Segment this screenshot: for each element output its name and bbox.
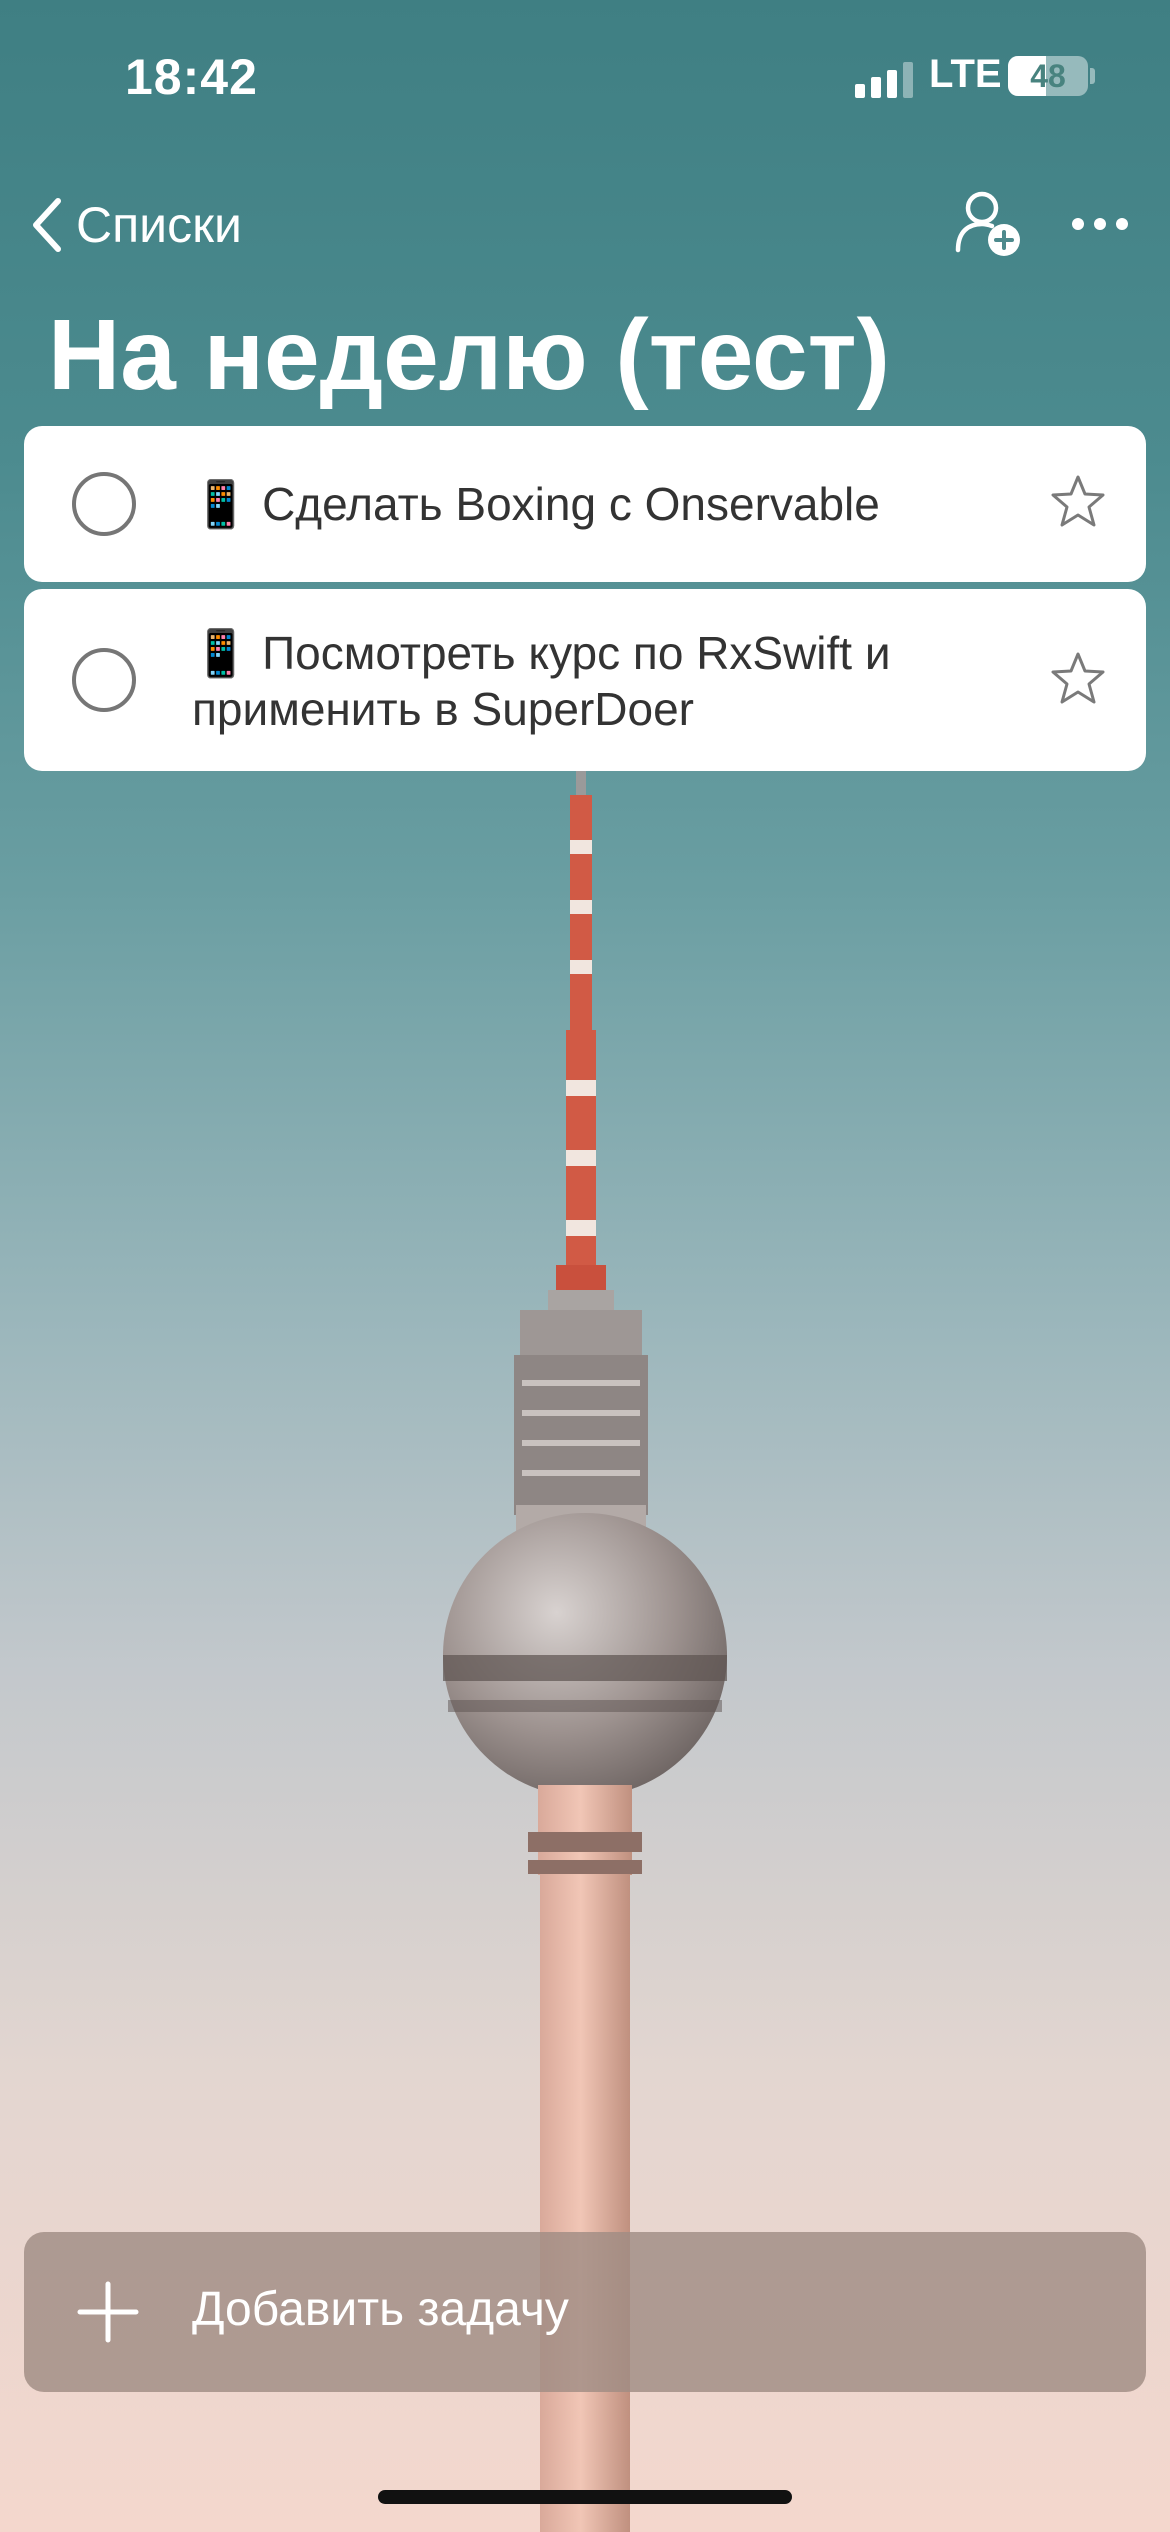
task-text: Сделать Boxing с Onservable	[262, 478, 880, 530]
chevron-left-icon	[33, 198, 61, 252]
page-title: На неделю (тест)	[48, 299, 890, 411]
status-bar: 18:42 LTE 48	[0, 0, 1170, 140]
battery-cap	[1090, 68, 1095, 84]
home-indicator[interactable]	[378, 2490, 792, 2504]
task-row[interactable]: 📱 Посмотреть курс по RxSwift и применить…	[24, 589, 1146, 771]
back-button[interactable]: Списки	[28, 186, 242, 264]
phone-emoji-icon: 📱	[192, 627, 250, 679]
task-title: 📱 Посмотреть курс по RxSwift и применить…	[192, 625, 1006, 737]
star-icon[interactable]	[1048, 649, 1108, 709]
complete-checkbox[interactable]	[72, 472, 136, 536]
phone-emoji-icon: 📱	[192, 478, 250, 530]
back-label: Списки	[76, 197, 242, 253]
task-text: Посмотреть курс по RxSwift и применить в…	[192, 627, 891, 735]
network-type: LTE	[929, 52, 1002, 96]
navigation-bar: Списки	[0, 180, 1170, 270]
add-task-label: Добавить задачу	[192, 2283, 569, 2336]
task-row[interactable]: 📱 Сделать Boxing с Onservable	[24, 426, 1146, 582]
cellular-signal-icon	[855, 62, 913, 98]
star-icon[interactable]	[1048, 472, 1108, 532]
complete-checkbox[interactable]	[72, 648, 136, 712]
add-person-icon[interactable]	[952, 188, 1024, 260]
battery-level: 48	[1030, 58, 1066, 94]
status-time: 18:42	[125, 49, 258, 105]
plus-icon	[77, 2281, 139, 2343]
more-icon[interactable]	[1064, 194, 1136, 254]
battery-icon: 48	[1008, 56, 1088, 96]
task-title: 📱 Сделать Boxing с Onservable	[192, 476, 1006, 532]
task-list: 📱 Сделать Boxing с Onservable 📱 Посмотре…	[24, 426, 1146, 778]
add-task-button[interactable]: Добавить задачу	[24, 2232, 1146, 2392]
